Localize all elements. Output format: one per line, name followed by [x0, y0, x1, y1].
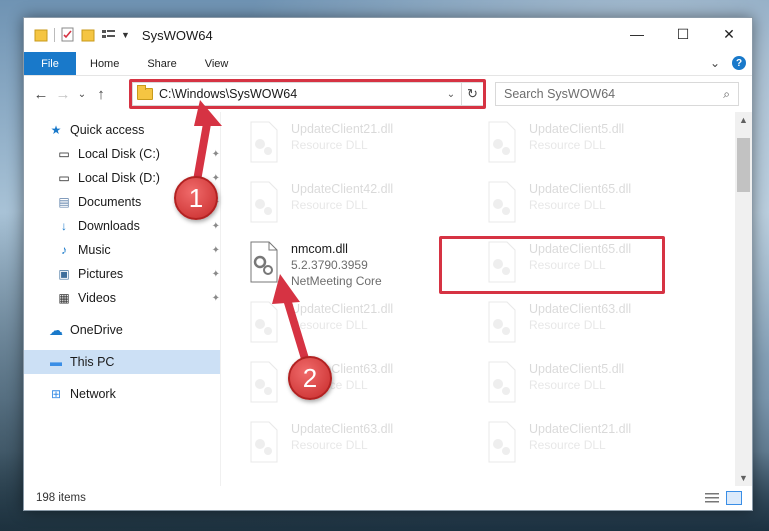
annotation-arrows [191, 100, 310, 366]
step-marker-1: 1 [174, 176, 218, 220]
step-marker-2: 2 [288, 356, 332, 400]
